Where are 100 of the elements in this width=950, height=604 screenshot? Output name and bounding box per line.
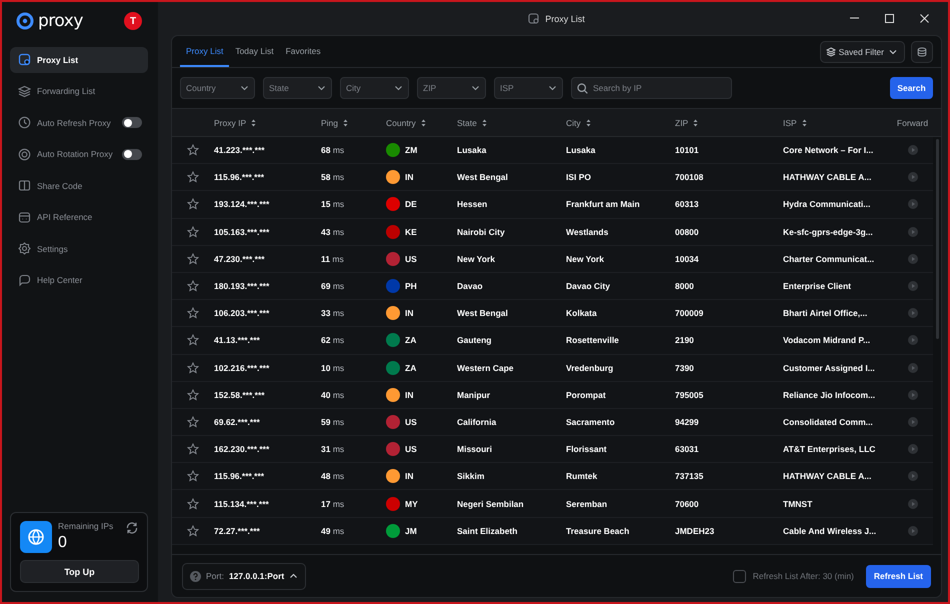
- table-row[interactable]: 102.216.***.*** 10 ms ZA Western Cape Vredenburg 7390 Customer Assigned I...: [172, 354, 933, 382]
- play-icon[interactable]: [908, 145, 918, 156]
- play-icon[interactable]: [908, 226, 918, 237]
- search-field[interactable]: Search by IP: [571, 77, 732, 99]
- play-icon[interactable]: [908, 444, 918, 454]
- play-icon[interactable]: [908, 199, 918, 210]
- sidebar-item[interactable]: API Reference: [10, 204, 148, 230]
- play-icon[interactable]: [908, 471, 918, 482]
- sidebar-item[interactable]: Proxy List: [10, 47, 148, 72]
- checkbox[interactable]: [732, 570, 746, 582]
- column-header[interactable]: ZIP: [675, 118, 688, 128]
- sort-icon[interactable]: [693, 118, 698, 126]
- close-icon[interactable]: [919, 13, 930, 24]
- filter-dropdown[interactable]: ISP: [494, 77, 563, 99]
- table-cell-text: Nairobi City: [457, 226, 506, 237]
- star-icon[interactable]: [187, 226, 199, 238]
- play-icon[interactable]: [908, 498, 918, 509]
- sidebar-item[interactable]: Help Center: [10, 268, 148, 293]
- play-icon[interactable]: [908, 308, 918, 318]
- star-icon[interactable]: [187, 307, 199, 320]
- sort-icon[interactable]: [802, 118, 807, 126]
- column-header[interactable]: State: [457, 118, 477, 128]
- star-icon[interactable]: [187, 252, 199, 265]
- toggle-switch[interactable]: [122, 117, 142, 128]
- star-icon[interactable]: [187, 198, 199, 210]
- sort-icon[interactable]: [586, 118, 591, 126]
- search-button[interactable]: Search: [890, 77, 933, 99]
- column-header[interactable]: ISP: [783, 118, 797, 128]
- star-icon[interactable]: [187, 498, 199, 510]
- play-icon[interactable]: [908, 526, 918, 536]
- play-icon[interactable]: [908, 362, 918, 373]
- column-header[interactable]: Country: [386, 118, 416, 128]
- table-cell-text: 40 ms: [321, 390, 346, 400]
- filter-dropdown[interactable]: ZIP: [417, 77, 486, 99]
- star-icon[interactable]: [187, 280, 199, 292]
- filter-dropdown[interactable]: State: [263, 77, 332, 99]
- sidebar-item[interactable]: Auto Refresh Proxy: [10, 110, 148, 136]
- user-avatar[interactable]: T: [124, 12, 142, 30]
- table-cell: ZM: [405, 145, 418, 156]
- sidebar-item[interactable]: Forwarding List: [10, 78, 148, 104]
- refresh-list-button[interactable]: Refresh List: [866, 564, 931, 588]
- port-selector[interactable]: Port: 127.0.0.1:Port: [182, 562, 306, 590]
- sort-icon[interactable]: [343, 118, 348, 126]
- star-icon[interactable]: [187, 362, 199, 374]
- table-row[interactable]: 193.124.***.*** 15 ms DE Hessen Frankfurt am Main 60313 Hydra Communicati...: [172, 191, 933, 219]
- filter-dropdown[interactable]: City: [340, 77, 409, 99]
- table-cell-text: 105.163.***.***: [214, 226, 270, 237]
- table-row[interactable]: 152.58.***.*** 40 ms IN Manipur Porompat 795005 Reliance Jio Infocom...: [172, 382, 933, 409]
- toggle-switch[interactable]: [122, 148, 142, 160]
- sort-icon[interactable]: [251, 118, 256, 126]
- star-icon[interactable]: [187, 388, 199, 401]
- table-cell-text: Rumtek: [566, 471, 598, 482]
- tab[interactable]: Proxy List: [180, 36, 230, 67]
- play-icon[interactable]: [908, 390, 918, 400]
- sort-icon[interactable]: [420, 118, 426, 126]
- top-up-button[interactable]: Top Up: [20, 560, 139, 583]
- tab[interactable]: Today List: [229, 36, 280, 67]
- table-cell-text: Reliance Jio Infocom...: [783, 390, 876, 400]
- table-row[interactable]: 162.230.***.*** 31 ms US Missouri Florissant 63031 AT&T Enterprises, LLC: [172, 436, 933, 464]
- table-row[interactable]: 41.223.***.*** 68 ms ZM Lusaka Lusaka 10101 Core Network – For I...: [172, 137, 933, 164]
- star-icon[interactable]: [187, 416, 199, 428]
- play-icon[interactable]: [908, 281, 918, 292]
- table-row[interactable]: 47.230.***.*** 11 ms US New York New York 10034 Charter Communicat...: [172, 246, 933, 273]
- star-icon[interactable]: [187, 470, 199, 482]
- sidebar-item[interactable]: Auto Rotation Proxy: [10, 142, 148, 167]
- help-icon: [190, 570, 201, 582]
- database-button[interactable]: [911, 40, 933, 62]
- play-icon[interactable]: [908, 172, 918, 182]
- sidebar-item[interactable]: Settings: [10, 236, 148, 262]
- table-row[interactable]: 105.163.***.*** 43 ms KE Nairobi City Westlands 00800 Ke-sfc-gprs-edge-3g...: [172, 218, 933, 246]
- table-row[interactable]: 106.203.***.*** 33 ms IN West Bengal Kolkata 700009 Bharti Airtel Office,...: [172, 300, 933, 328]
- settings-icon: [18, 242, 31, 256]
- star-icon[interactable]: [187, 334, 199, 346]
- column-header[interactable]: City: [566, 118, 581, 128]
- tab[interactable]: Favorites: [280, 36, 327, 67]
- filter-dropdown[interactable]: Country: [180, 77, 255, 99]
- scrollbar[interactable]: [936, 139, 939, 339]
- star-icon[interactable]: [187, 171, 199, 184]
- play-icon[interactable]: [908, 335, 918, 346]
- table-row[interactable]: 41.13.***.*** 62 ms ZA Gauteng Rosettenville 2190 Vodacom Midrand P...: [172, 327, 933, 354]
- play-icon[interactable]: [908, 254, 918, 264]
- star-icon[interactable]: [187, 524, 199, 537]
- star-icon[interactable]: [187, 443, 199, 456]
- table-row[interactable]: 72.27.***.*** 49 ms JM Saint Elizabeth Treasure Beach JMDEH23 Cable And Wireless J...: [172, 518, 933, 545]
- proxy-list-icon: [18, 53, 31, 66]
- play-icon[interactable]: [908, 416, 918, 427]
- table-row[interactable]: 115.134.***.*** 17 ms MY Negeri Sembilan Seremban 70600 TMNST: [172, 490, 933, 518]
- sort-icon[interactable]: [482, 118, 487, 126]
- saved-filter-dropdown[interactable]: Saved Filter: [820, 40, 905, 62]
- table-row[interactable]: 115.96.***.*** 58 ms IN West Bengal ISI PO 700108 HATHWAY CABLE A...: [172, 164, 933, 192]
- table-row[interactable]: 180.193.***.*** 69 ms PH Davao Davao City 8000 Enterprise Client: [172, 272, 933, 300]
- refresh-icon[interactable]: [125, 521, 139, 535]
- column-header[interactable]: Ping: [321, 118, 338, 128]
- table-cell-text: 48 ms: [321, 471, 346, 482]
- maximize-icon[interactable]: [884, 13, 895, 24]
- column-header[interactable]: Proxy IP: [214, 118, 246, 128]
- star-icon[interactable]: [187, 144, 199, 156]
- sidebar-item[interactable]: Share Code: [10, 173, 148, 198]
- table-row[interactable]: 69.62.***.*** 59 ms US California Sacramento 94299 Consolidated Comm...: [172, 408, 933, 436]
- table-row[interactable]: 115.96.***.*** 48 ms IN Sikkim Rumtek 737135 HATHWAY CABLE A...: [172, 463, 933, 490]
